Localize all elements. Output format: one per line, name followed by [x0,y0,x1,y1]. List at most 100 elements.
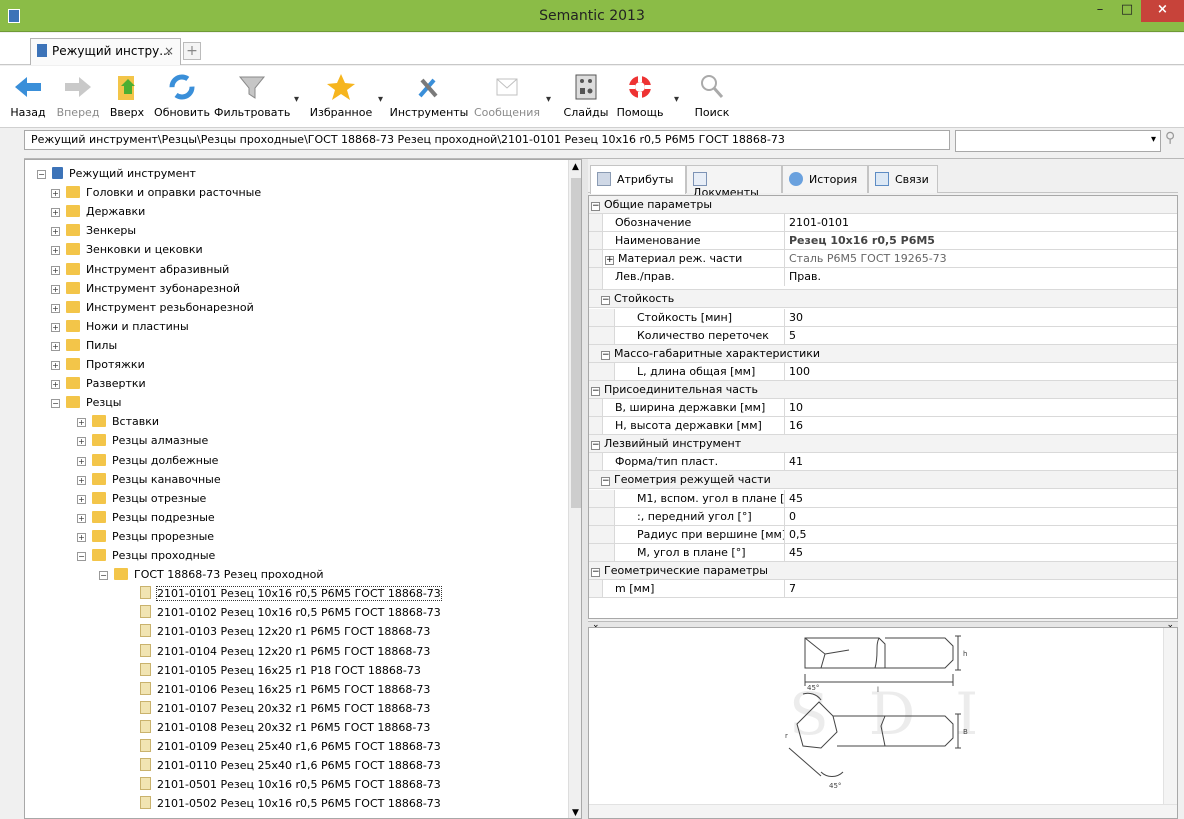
close-window-button[interactable]: × [1141,0,1184,22]
expand-icon[interactable]: + [77,494,86,504]
property-row[interactable]: Лев./прав. Прав. [589,268,1177,291]
tools-button[interactable]: Инструменты [388,72,470,124]
messages-dropdown-icon[interactable]: ▾ [546,94,551,105]
tree-item[interactable]: + Инструмент резьбонарезной [51,298,254,317]
property-category[interactable]: − Геометрические параметры [589,561,1177,580]
expand-icon[interactable]: + [51,189,60,199]
expand-icon[interactable]: + [51,284,60,294]
expand-icon[interactable]: + [77,513,86,523]
close-tab-icon[interactable]: × [164,44,174,58]
tree-item[interactable]: + Вставки [77,412,159,431]
property-value[interactable]: 10 [785,399,803,416]
preview-vertical-scrollbar[interactable] [1163,628,1177,806]
tree-scrollbar[interactable]: ▲ ▼ [568,160,581,818]
tree-item[interactable]: 2101-0101 Резец 10x16 r0,5 Р6М5 ГОСТ 188… [125,584,442,603]
tree-item[interactable]: + Резцы канавочные [77,470,221,489]
tab-cutting-tools[interactable]: Режущий инстру... × [30,38,181,65]
tree-item[interactable]: 2101-0102 Резец 10x16 r0,5 Р6М5 ГОСТ 188… [125,603,441,622]
tree-item[interactable]: + Резцы отрезные [77,489,206,508]
tree-item[interactable]: 2101-0108 Резец 20x32 r1 Р6М5 ГОСТ 18868… [125,718,430,737]
property-category[interactable]: − Массо-габаритные характеристики [589,344,1177,363]
property-row[interactable]: Стойкость [мин] 30 [589,308,1177,327]
tree-item[interactable]: + Резцы прорезные [77,527,214,546]
tree-item[interactable]: + Инструмент зубонарезной [51,279,240,298]
property-row[interactable]: L, длина общая [мм] 100 [589,362,1177,381]
property-row[interactable]: B, ширина державки [мм] 10 [589,399,1177,418]
tree-item[interactable]: + Зенкеры [51,221,136,240]
tree-item[interactable]: + Зенковки и цековки [51,240,203,259]
expand-icon[interactable]: + [51,265,60,275]
expand-icon[interactable]: + [51,303,60,313]
filter-button[interactable]: Фильтровать [214,72,290,124]
preview-horizontal-scrollbar[interactable] [589,804,1177,818]
expand-icon[interactable]: + [77,418,86,428]
property-row[interactable]: :, передний угол [°] 0 [589,507,1177,526]
forward-button[interactable]: Вперед [54,72,102,124]
property-row[interactable]: Форма/тип пласт. 41 [589,453,1177,472]
scroll-down-icon[interactable]: ▼ [572,808,579,818]
tree-item[interactable]: 2101-0110 Резец 25x40 r1,6 Р6М5 ГОСТ 188… [125,756,441,775]
property-value[interactable]: 45 [785,544,803,561]
property-value[interactable]: 100 [785,363,810,380]
collapse-icon[interactable]: − [77,552,86,561]
property-row[interactable]: Наименование Резец 10x16 r0,5 Р6М5 [589,232,1177,251]
property-value[interactable]: 45 [785,490,803,507]
expand-icon[interactable]: + [51,361,60,370]
property-value[interactable]: 2101-0101 [785,214,849,231]
collapse-icon[interactable]: − [591,386,600,396]
messages-button[interactable]: Сообщения [474,72,540,124]
collapse-icon[interactable]: − [601,350,610,360]
property-row[interactable]: Обозначение 2101-0101 [589,214,1177,233]
property-row[interactable]: Количество переточек 5 [589,326,1177,345]
property-value[interactable]: 41 [785,453,803,470]
expand-icon[interactable]: + [51,227,60,237]
tree-item[interactable]: − ГОСТ 18868-73 Резец проходной [99,565,324,584]
expand-icon[interactable]: + [51,246,60,256]
tree-item[interactable]: + Пилы [51,336,117,355]
tree-item[interactable]: + Резцы подрезные [77,508,215,527]
tree-item[interactable]: + Протяжки [51,355,145,374]
tree-item[interactable]: 2101-0501 Резец 10x16 r0,5 Р6М5 ГОСТ 188… [125,775,441,794]
expand-icon[interactable]: + [77,475,86,485]
collapse-icon[interactable]: − [601,477,610,487]
property-value[interactable]: Резец 10x16 r0,5 Р6М5 [785,232,935,249]
tree-item[interactable]: 2101-0105 Резец 16x25 r1 Р18 ГОСТ 18868-… [125,661,421,680]
property-value[interactable]: 5 [785,327,796,344]
scroll-thumb[interactable] [571,178,581,508]
tab-attributes[interactable]: Атрибуты [590,165,686,194]
expand-icon[interactable]: + [77,437,86,447]
tree-item[interactable]: + Инструмент абразивный [51,260,229,279]
property-row[interactable]: Радиус при вершине [мм] 0,5 [589,525,1177,544]
search-input[interactable]: ▾ [955,130,1161,152]
expand-icon[interactable]: + [51,380,60,390]
property-row[interactable]: + Материал реж. части Сталь Р6М5 ГОСТ 1926… [589,250,1177,269]
tab-links[interactable]: Связи [868,165,938,193]
tab-documents[interactable]: Документы [686,165,782,199]
property-row[interactable]: H, высота державки [мм] 16 [589,417,1177,436]
slides-button[interactable]: Слайды [560,72,612,124]
help-button[interactable]: Помощь [612,72,668,124]
scroll-up-icon[interactable]: ▲ [572,162,579,172]
minimize-button[interactable]: – [1087,0,1113,22]
tree-item[interactable]: + Резцы долбежные [77,451,218,470]
expand-icon[interactable]: + [605,256,614,266]
tree-item[interactable]: − Режущий инструмент [37,164,196,183]
property-category[interactable]: − Стойкость [589,290,1177,309]
collapse-icon[interactable]: − [591,441,600,451]
tree-item[interactable]: 2101-0109 Резец 25x40 r1,6 Р6М5 ГОСТ 188… [125,737,441,756]
chevron-down-icon[interactable]: ▾ [1151,134,1156,145]
add-tab-button[interactable]: + [183,42,201,60]
up-button[interactable]: Вверх [106,72,148,124]
search-button[interactable]: Поиск [686,72,738,124]
collapse-icon[interactable]: − [37,170,46,179]
property-row[interactable]: M, угол в плане [°] 45 [589,543,1177,562]
help-dropdown-icon[interactable]: ▾ [674,94,679,105]
maximize-button[interactable]: □ [1114,0,1140,22]
expand-icon[interactable]: + [51,341,60,351]
expand-icon[interactable]: + [51,322,60,332]
property-category[interactable]: − Геометрия режущей части [589,471,1177,490]
path-breadcrumb[interactable]: Режущий инструмент\Резцы\Резцы проходные… [24,130,950,150]
property-value[interactable]: Сталь Р6М5 ГОСТ 19265-73 [785,250,947,267]
property-value[interactable]: 0 [785,508,796,525]
tab-history[interactable]: История [782,165,868,193]
